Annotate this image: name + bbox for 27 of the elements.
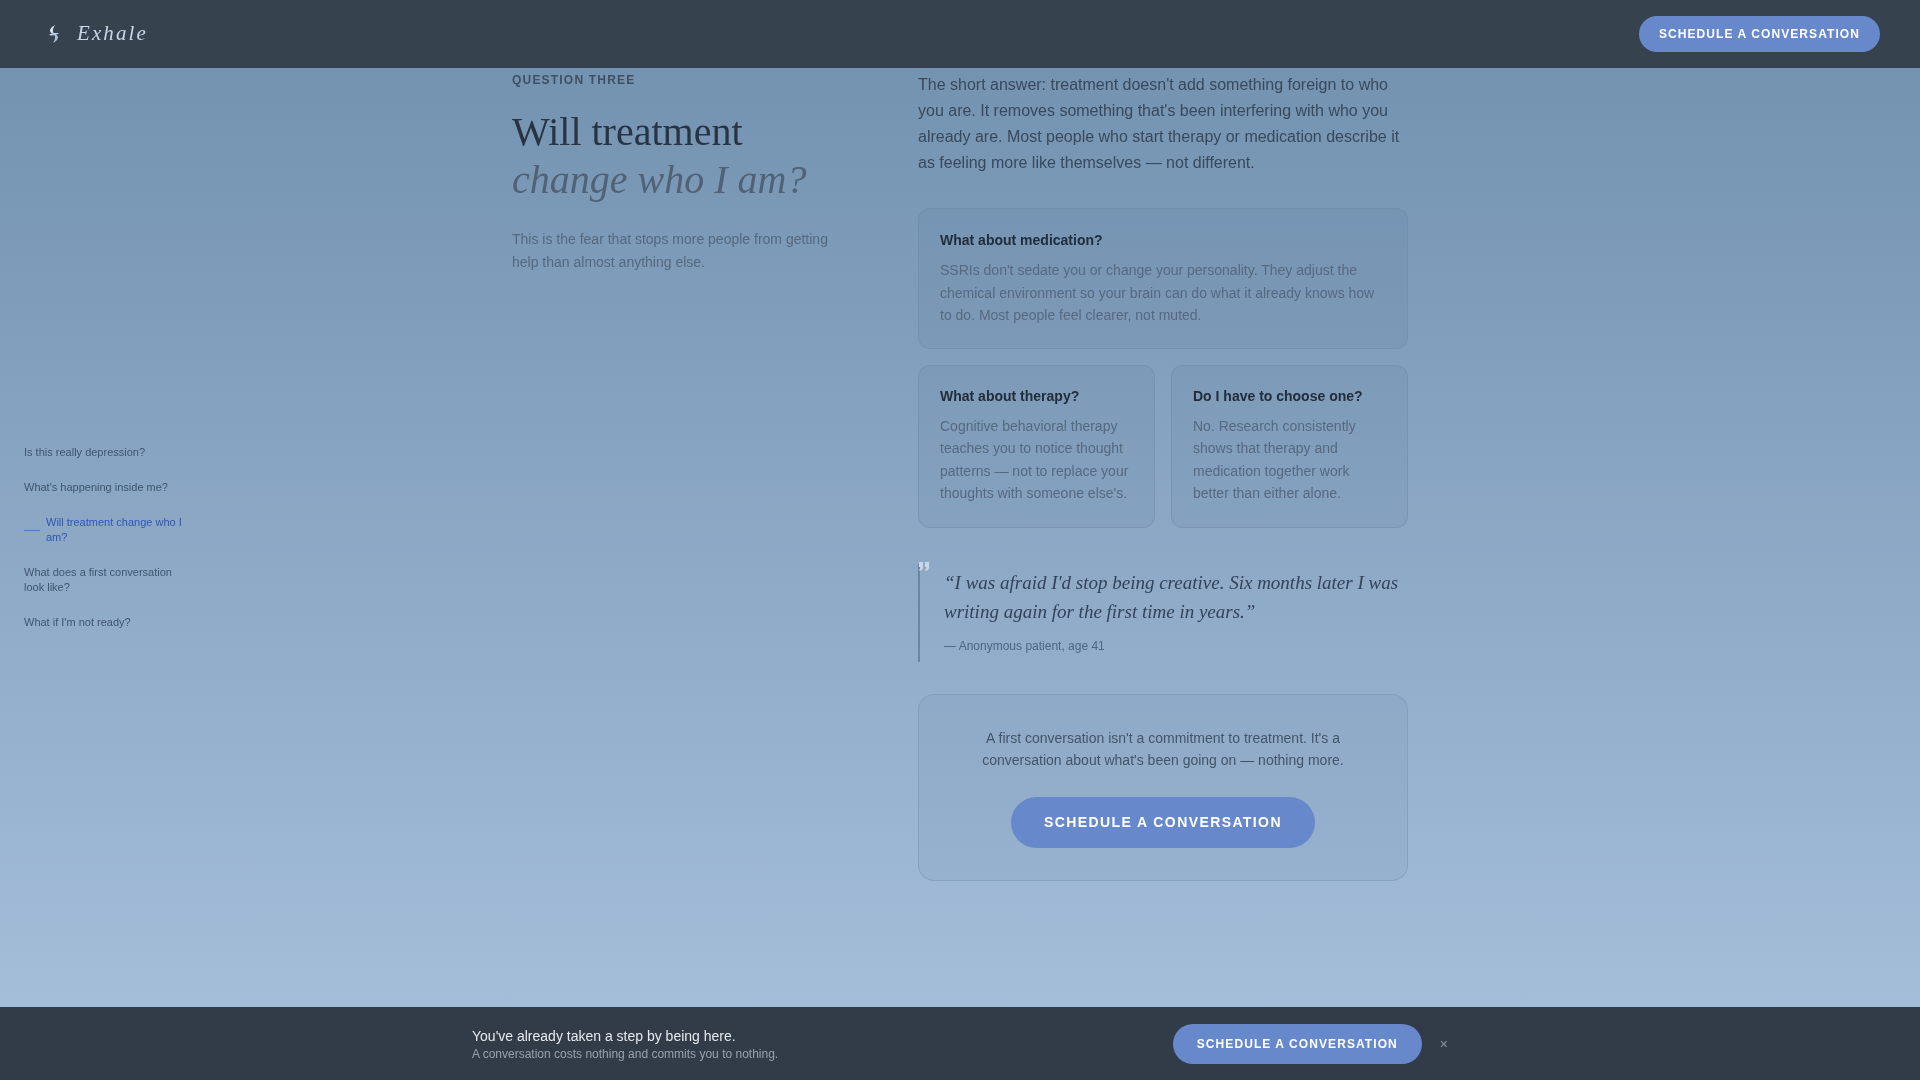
answer-intro: The short answer: treatment doesn't add something foreign to who you are. It removes something that's been interfering with who you already are. Most people who start therapy or medication describe it as feeling more like themselves — not different. (918, 75, 1401, 173)
brand-name: Exhale (77, 20, 148, 48)
question-subtitle: This is the fear that stops more people from getting help than almost anything else. (512, 230, 829, 272)
section-eyebrow: QUESTION THREE (512, 72, 637, 88)
schedule-button[interactable]: SCHEDULE A CONVERSATION (1011, 796, 1315, 848)
card-title: What about medication? (940, 231, 1104, 250)
quote-icon (919, 561, 930, 571)
bar-title: You've already taken a step by being here. (472, 1026, 737, 1046)
cta-text: A first conversation isn't a commitment to treatment. It's a conversation about what's been going on — nothing more. (981, 728, 1345, 770)
quote-attribution: — Anonymous patient, age 41 (944, 637, 1106, 654)
bar-subtitle: A conversation costs nothing and commits you to nothing. (472, 1045, 779, 1062)
card-title: Do I have to choose one? (1193, 386, 1364, 406)
nav-link[interactable]: Is this really depression? (24, 445, 184, 460)
active-marker-icon (24, 529, 40, 531)
question-title-italic: change who I am? (512, 156, 808, 204)
close-button[interactable]: × (1439, 1035, 1448, 1052)
nav-link[interactable]: What's happening inside me? (24, 480, 184, 495)
card-text: No. Research consistently shows that therapy and medication together work better than either alone. (1193, 416, 1357, 503)
question-title: Will treatment (512, 108, 744, 156)
schedule-button[interactable]: SCHEDULE A CONVERSATION (1638, 16, 1880, 52)
nav-link[interactable]: Will treatment change who I am? (24, 515, 184, 545)
quote-text: “I was afraid I'd stop being creative. Six months later I was writing again for the first time in years.” (944, 570, 1400, 624)
schedule-button[interactable]: SCHEDULE A CONVERSATION (1172, 1023, 1422, 1064)
nav-link[interactable]: What does a first conversation look like? (24, 565, 184, 595)
nav-link[interactable]: What if I'm not ready? (24, 615, 184, 630)
card-title: What about therapy? (940, 386, 1081, 406)
card-text: Cognitive behavioral therapy teaches you to notice thought patterns — not to replace your thoughts with someone else's. (940, 416, 1130, 503)
